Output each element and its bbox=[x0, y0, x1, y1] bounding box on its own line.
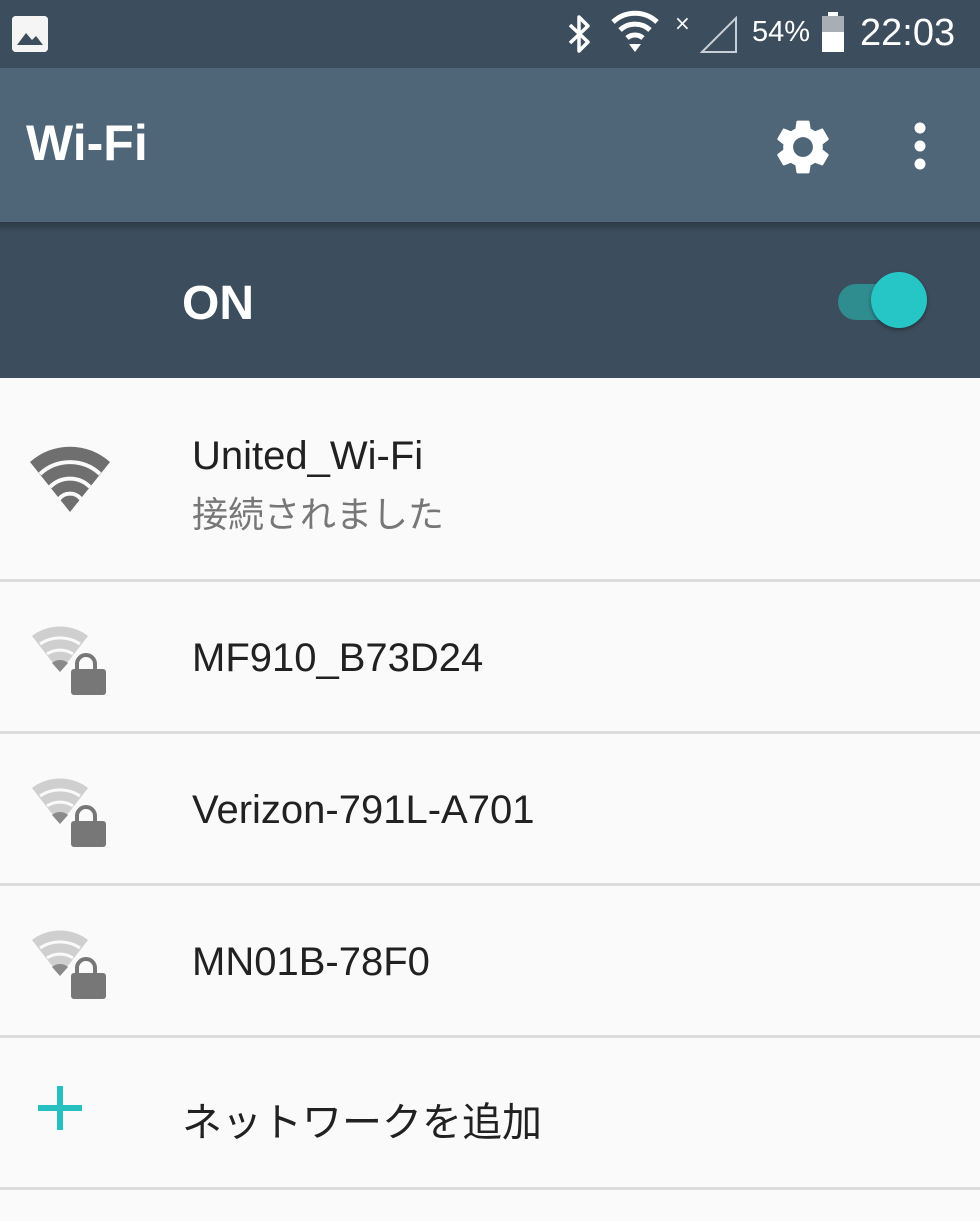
network-item-connected[interactable]: United_Wi-Fi 接続されました bbox=[0, 378, 980, 582]
bluetooth-icon bbox=[568, 15, 590, 53]
add-network-button[interactable]: ネットワークを追加 bbox=[0, 1038, 980, 1190]
wifi-toggle-row: ON bbox=[0, 222, 980, 378]
network-item[interactable]: Verizon-791L-A701 bbox=[0, 734, 980, 886]
page-title: Wi-Fi bbox=[26, 115, 148, 171]
network-ssid: MN01B-78F0 bbox=[192, 940, 430, 984]
switch-thumb bbox=[871, 272, 927, 328]
wifi-lock-icon bbox=[32, 778, 106, 847]
clock: 22:03 bbox=[860, 12, 956, 54]
gear-icon[interactable] bbox=[770, 114, 836, 180]
battery-percent: 54% bbox=[752, 16, 811, 48]
more-vert-icon[interactable] bbox=[900, 118, 940, 174]
network-ssid: Verizon-791L-A701 bbox=[192, 788, 535, 832]
network-status: 接続されました bbox=[192, 495, 445, 536]
network-ssid: MF910_B73D24 bbox=[192, 636, 484, 680]
wifi-lock-icon bbox=[32, 930, 106, 999]
network-list: United_Wi-Fi 接続されました MF910_B73D24 Verizo… bbox=[0, 378, 980, 1190]
image-icon bbox=[12, 16, 48, 52]
wifi-signal-icon bbox=[30, 446, 110, 512]
wifi-state-label: ON bbox=[182, 277, 254, 330]
wifi-icon bbox=[611, 10, 659, 52]
wifi-toggle-switch[interactable] bbox=[838, 272, 930, 328]
app-bar: Wi-Fi bbox=[0, 68, 980, 222]
status-bar: × 54% 22:03 bbox=[0, 0, 980, 68]
add-network-label: ネットワークを追加 bbox=[182, 1100, 542, 1146]
network-item[interactable]: MN01B-78F0 bbox=[0, 886, 980, 1038]
network-item[interactable]: MF910_B73D24 bbox=[0, 582, 980, 734]
no-signal-icon: × bbox=[674, 11, 737, 53]
plus-icon bbox=[38, 1086, 82, 1130]
network-ssid: United_Wi-Fi bbox=[192, 434, 424, 478]
battery-icon bbox=[822, 12, 844, 52]
svg-text:×: × bbox=[674, 11, 691, 35]
wifi-lock-icon bbox=[32, 626, 106, 695]
